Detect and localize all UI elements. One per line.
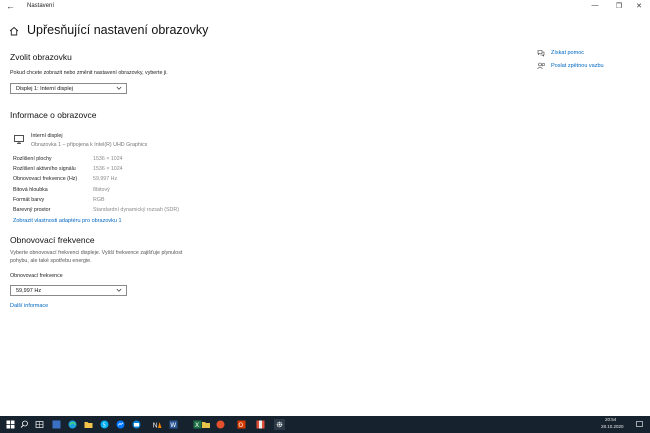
info-row-value: 1536 × 1024 (93, 156, 123, 162)
info-row-value: Standardní dynamický rozsah (SDR) (93, 207, 179, 213)
refresh-description-1: Vyberte obnovovací frekvenci displeje. V… (10, 250, 183, 256)
info-row-key: Obnovovací frekvence (Hz) (13, 176, 78, 182)
monitor-subtitle: Obrazovka 1 – připojena k Intel(R) UHD G… (31, 142, 148, 148)
vlc-icon[interactable]: N (152, 419, 163, 430)
svg-text:X: X (195, 422, 199, 429)
messenger-icon[interactable] (115, 419, 126, 430)
select-display-description: Pokud chcete zobrazit nebo změnit nastav… (10, 70, 168, 76)
windows-start-icon[interactable] (5, 419, 16, 430)
info-row: Bitová hloubka 8bitový (13, 187, 213, 195)
clock-date[interactable]: 28.10.2020 (601, 424, 624, 429)
info-row: Rozlišení plochy 1536 × 1024 (13, 156, 213, 164)
clock-time[interactable]: 20:54 (605, 417, 616, 422)
info-row-value: 1536 × 1024 (93, 166, 123, 172)
close-button[interactable]: ✕ (632, 2, 646, 10)
home-icon[interactable] (9, 26, 19, 36)
settings-icon[interactable] (274, 419, 285, 430)
refresh-rate-select[interactable]: 59,997 Hz (10, 285, 127, 296)
info-row-key: Rozlišení aktivního signálu (13, 166, 76, 172)
refresh-heading: Obnovovací frekvence (10, 235, 95, 245)
info-row-value: 8bitový (93, 187, 110, 193)
help-chat-icon (537, 50, 545, 57)
search-icon[interactable] (19, 419, 30, 430)
notifications-icon[interactable] (634, 419, 645, 430)
word-icon[interactable]: W (168, 419, 179, 430)
office-icon[interactable]: O (236, 419, 247, 430)
info-row-key: Rozlišení plochy (13, 156, 52, 162)
send-feedback-label: Poslat zpětnou vazbu (551, 63, 604, 69)
info-row: Barevný prostor Standardní dynamický roz… (13, 207, 213, 215)
maximize-button[interactable]: ❐ (612, 2, 626, 10)
svg-text:O: O (238, 422, 243, 429)
photos-icon[interactable] (255, 419, 266, 430)
info-row-key: Bitová hloubka (13, 187, 48, 193)
monitor-name: Interní displej (31, 133, 63, 139)
monitor-icon (14, 135, 24, 144)
back-button[interactable]: ← (6, 1, 15, 11)
acrobat-icon[interactable] (215, 419, 226, 430)
info-row-value: 59,997 Hz (93, 176, 118, 182)
refresh-label: Obnovovací frekvence (10, 273, 63, 279)
mail-icon[interactable] (131, 419, 142, 430)
refresh-rate-value: 59,997 Hz (16, 288, 42, 294)
skype-icon[interactable]: S (99, 419, 110, 430)
feedback-icon (537, 62, 545, 70)
svg-text:N: N (153, 422, 158, 430)
select-display-heading: Zvolit obrazovku (10, 52, 72, 62)
store-icon[interactable] (67, 419, 78, 430)
title-bar: ← Nastavení — ❐ ✕ (0, 0, 650, 14)
display-info-heading: Informace o obrazovce (10, 110, 97, 120)
chevron-down-icon (116, 86, 122, 90)
send-feedback-link[interactable]: Poslat zpětnou vazbu (537, 62, 637, 71)
info-row: Formát barvy RGB (13, 197, 213, 205)
svg-text:W: W (170, 422, 176, 429)
svg-text:S: S (103, 423, 106, 429)
display-select[interactable]: Displej 1: Interní displej (10, 83, 127, 94)
more-info-link[interactable]: Další informace (10, 303, 48, 309)
info-row-value: RGB (93, 197, 105, 203)
adapter-properties-link[interactable]: Zobrazit vlastnosti adaptéru pro obrazov… (13, 218, 122, 224)
display-select-value: Displej 1: Interní displej (16, 86, 73, 92)
taskbar: S N W X O 20:54 28.10.2020 (0, 416, 650, 433)
edge-icon[interactable] (51, 419, 62, 430)
explorer-icon[interactable] (83, 419, 94, 430)
info-row-key: Barevný prostor (13, 207, 51, 213)
refresh-description-2: pohybu, ale také spotřebu energie. (10, 258, 92, 264)
chevron-down-icon (116, 288, 122, 292)
window-title: Nastavení (27, 3, 55, 9)
info-row: Rozlišení aktivního signálu 1536 × 1024 (13, 166, 213, 174)
minimize-button[interactable]: — (588, 2, 602, 9)
folder-icon[interactable] (200, 419, 211, 430)
page-title: Upřesňující nastavení obrazovky (27, 23, 209, 37)
info-row: Obnovovací frekvence (Hz) 59,997 Hz (13, 176, 213, 184)
info-row-key: Formát barvy (13, 197, 45, 203)
get-help-link[interactable]: Získat pomoc (537, 49, 637, 58)
task-view-icon[interactable] (34, 419, 45, 430)
get-help-label: Získat pomoc (551, 50, 585, 56)
